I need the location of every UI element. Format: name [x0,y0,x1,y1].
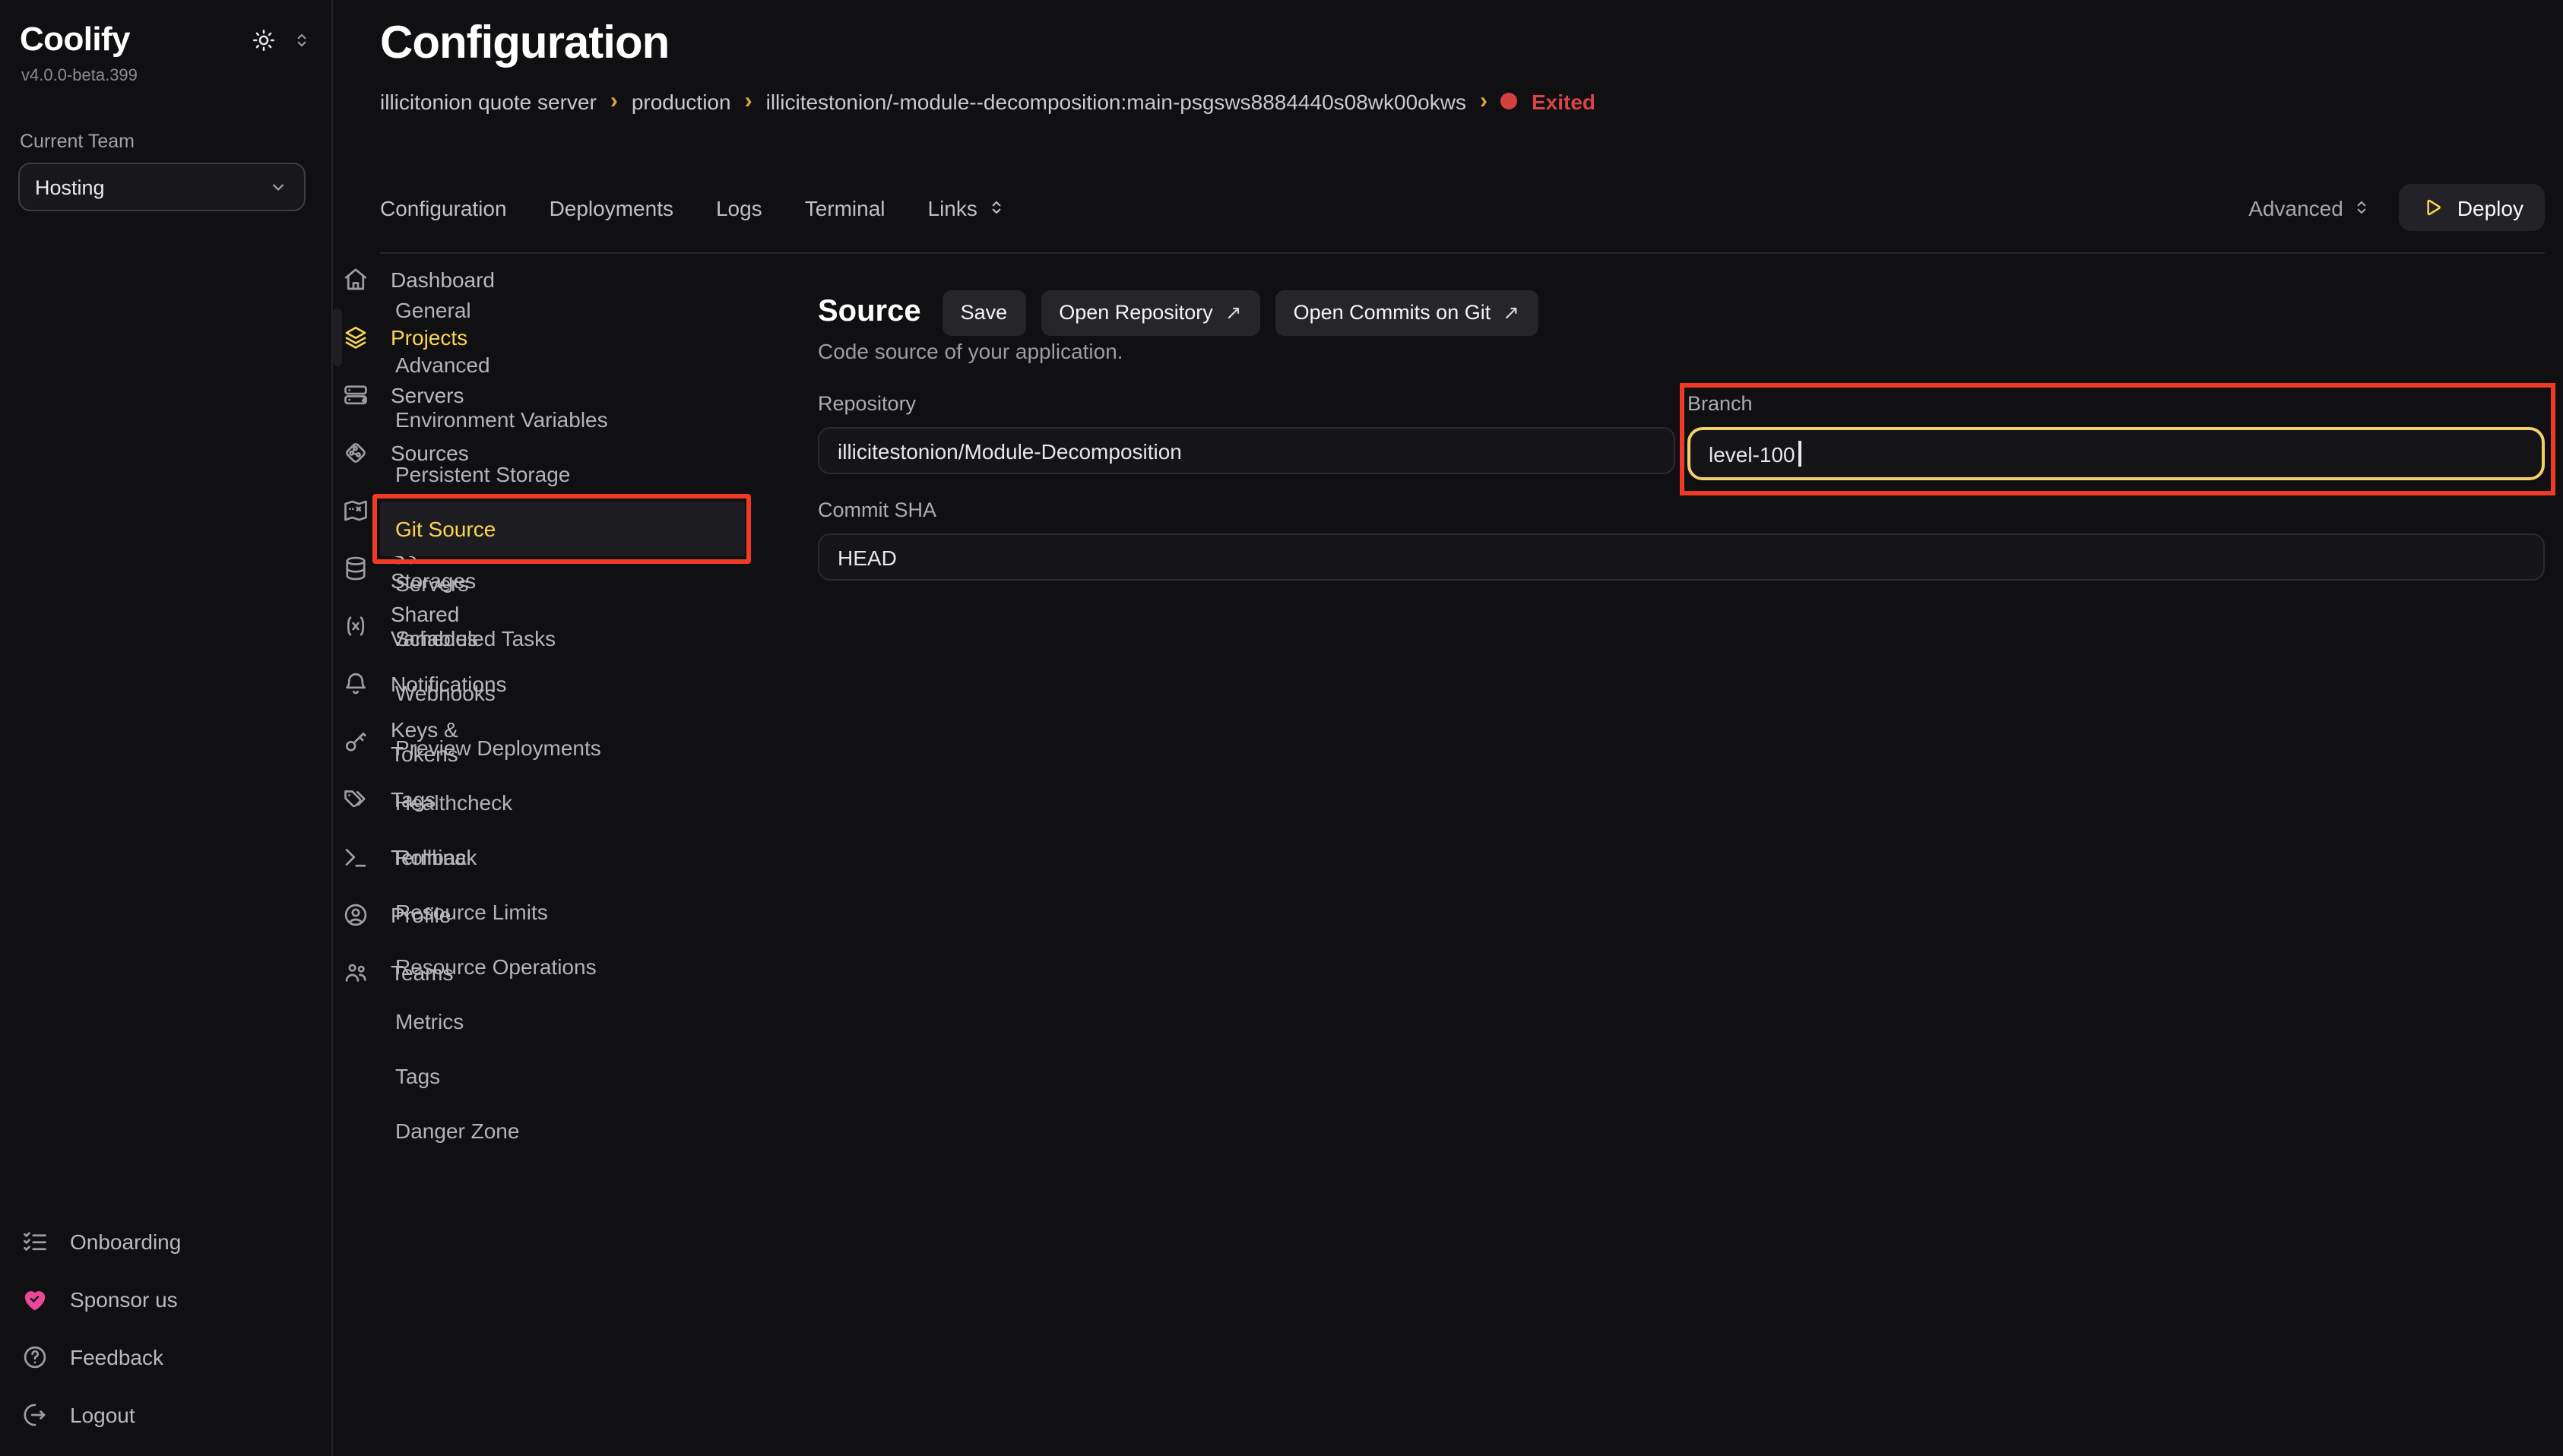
external-link-icon: ↗ [1503,300,1519,324]
breadcrumb: illicitonion quote server › production ›… [380,88,1595,114]
app-window: Coolify v4.0.0-beta.399 Current Team Hos… [0,0,2563,1456]
repository-field: Repository [818,392,1675,480]
subnav-item-resource-limits[interactable]: Resource Limits [380,885,745,939]
subnav-item-rollback[interactable]: Rollback [380,830,745,885]
subnav-item-healthcheck[interactable]: Healthcheck [380,775,745,830]
save-button[interactable]: Save [943,290,1026,335]
external-link-icon: ↗ [1225,300,1242,324]
sidebar-item-sponsor[interactable]: Sponsor us [12,1271,319,1328]
sidebar-item-onboarding[interactable]: Onboarding [12,1213,319,1271]
advanced-dropdown[interactable]: Advanced [2248,195,2372,220]
heart-icon [21,1286,49,1313]
subnav-item-resource-operations[interactable]: Resource Operations [380,939,745,994]
sidebar-item-feedback[interactable]: Feedback [12,1328,319,1386]
subnav-item-general[interactable]: General [380,283,745,337]
status-badge: Exited [1532,89,1595,113]
header-divider [380,252,2545,254]
tab-bar: Configuration Deployments Logs Terminal … [380,184,2545,231]
play-icon [2421,196,2444,219]
tab-configuration[interactable]: Configuration [380,195,507,220]
repository-input[interactable] [818,427,1675,474]
subnav-item-persistent-storage[interactable]: Persistent Storage [380,447,745,502]
open-commits-button[interactable]: Open Commits on Git ↗ [1275,290,1538,335]
help-icon [21,1344,49,1371]
breadcrumb-separator: › [610,88,618,114]
branch-field: Branch [1687,392,2545,480]
sidebar-bottom-nav: Onboarding Sponsor us Feedback Logout [12,1213,319,1444]
commit-sha-field: Commit SHA [818,499,2545,581]
breadcrumb-resource[interactable]: illicitestonion/-module--decomposition:m… [766,89,1466,113]
commit-sha-label: Commit SHA [818,499,2545,524]
repository-label: Repository [818,392,1675,418]
tab-terminal[interactable]: Terminal [805,195,885,220]
tab-deployments[interactable]: Deployments [550,195,673,220]
chevron-down-icon [268,176,289,198]
chevrons-up-down-icon [292,30,312,49]
config-subnav: General Advanced Environment Variables P… [380,283,745,1158]
checklist-icon [21,1228,49,1255]
deploy-button[interactable]: Deploy [2400,184,2545,231]
subnav-item-metrics[interactable]: Metrics [380,994,745,1049]
source-header-row: Source Save Open Repository ↗ Open Commi… [818,289,1538,336]
app-version: v4.0.0-beta.399 [21,67,138,85]
subnav-item-servers[interactable]: Servers [380,556,745,611]
current-team-label: Current Team [20,131,135,152]
subnav-item-tags[interactable]: Tags [380,1049,745,1103]
theme-toggle-button[interactable] [251,27,277,52]
logo-row: Coolify [20,20,312,59]
breadcrumb-project[interactable]: illicitonion quote server [380,89,597,113]
chevrons-up-down-icon [987,198,1006,217]
status-dot [1501,93,1518,109]
team-select-value: Hosting [35,176,268,198]
git-source-form: Repository Branch Commit SHA [818,392,2545,581]
page-title: Configuration [380,18,669,70]
team-select[interactable]: Hosting [18,163,306,211]
tab-links[interactable]: Links [928,195,1006,220]
subnav-item-danger-zone[interactable]: Danger Zone [380,1103,745,1158]
sidebar: Coolify v4.0.0-beta.399 Current Team Hos… [0,0,333,1456]
branch-label: Branch [1687,392,2545,418]
theme-select-toggle[interactable] [292,30,312,49]
chevrons-up-down-icon [2352,198,2372,217]
open-repository-button[interactable]: Open Repository ↗ [1041,290,1259,335]
subnav-item-git-source[interactable]: Git Source [380,502,745,556]
breadcrumb-separator: › [745,88,752,114]
section-heading: Source [818,295,921,330]
breadcrumb-environment[interactable]: production [632,89,731,113]
text-cursor [1798,441,1801,467]
branch-input[interactable] [1687,427,2545,480]
subnav-item-advanced[interactable]: Advanced [380,337,745,392]
main-content: Configuration illicitonion quote server … [333,0,2563,1456]
tab-logs[interactable]: Logs [716,195,762,220]
breadcrumb-separator: › [1480,88,1487,114]
commit-sha-input[interactable] [818,533,2545,581]
sidebar-item-logout[interactable]: Logout [12,1386,319,1444]
subnav-item-preview-deployments[interactable]: Preview Deployments [380,720,745,775]
sun-icon [251,27,277,52]
section-description: Code source of your application. [818,339,1123,363]
subnav-item-webhooks[interactable]: Webhooks [380,666,745,720]
subnav-item-environment-variables[interactable]: Environment Variables [380,392,745,447]
logout-icon [21,1401,49,1429]
subnav-item-scheduled-tasks[interactable]: Scheduled Tasks [380,611,745,666]
app-logo: Coolify [20,20,130,59]
